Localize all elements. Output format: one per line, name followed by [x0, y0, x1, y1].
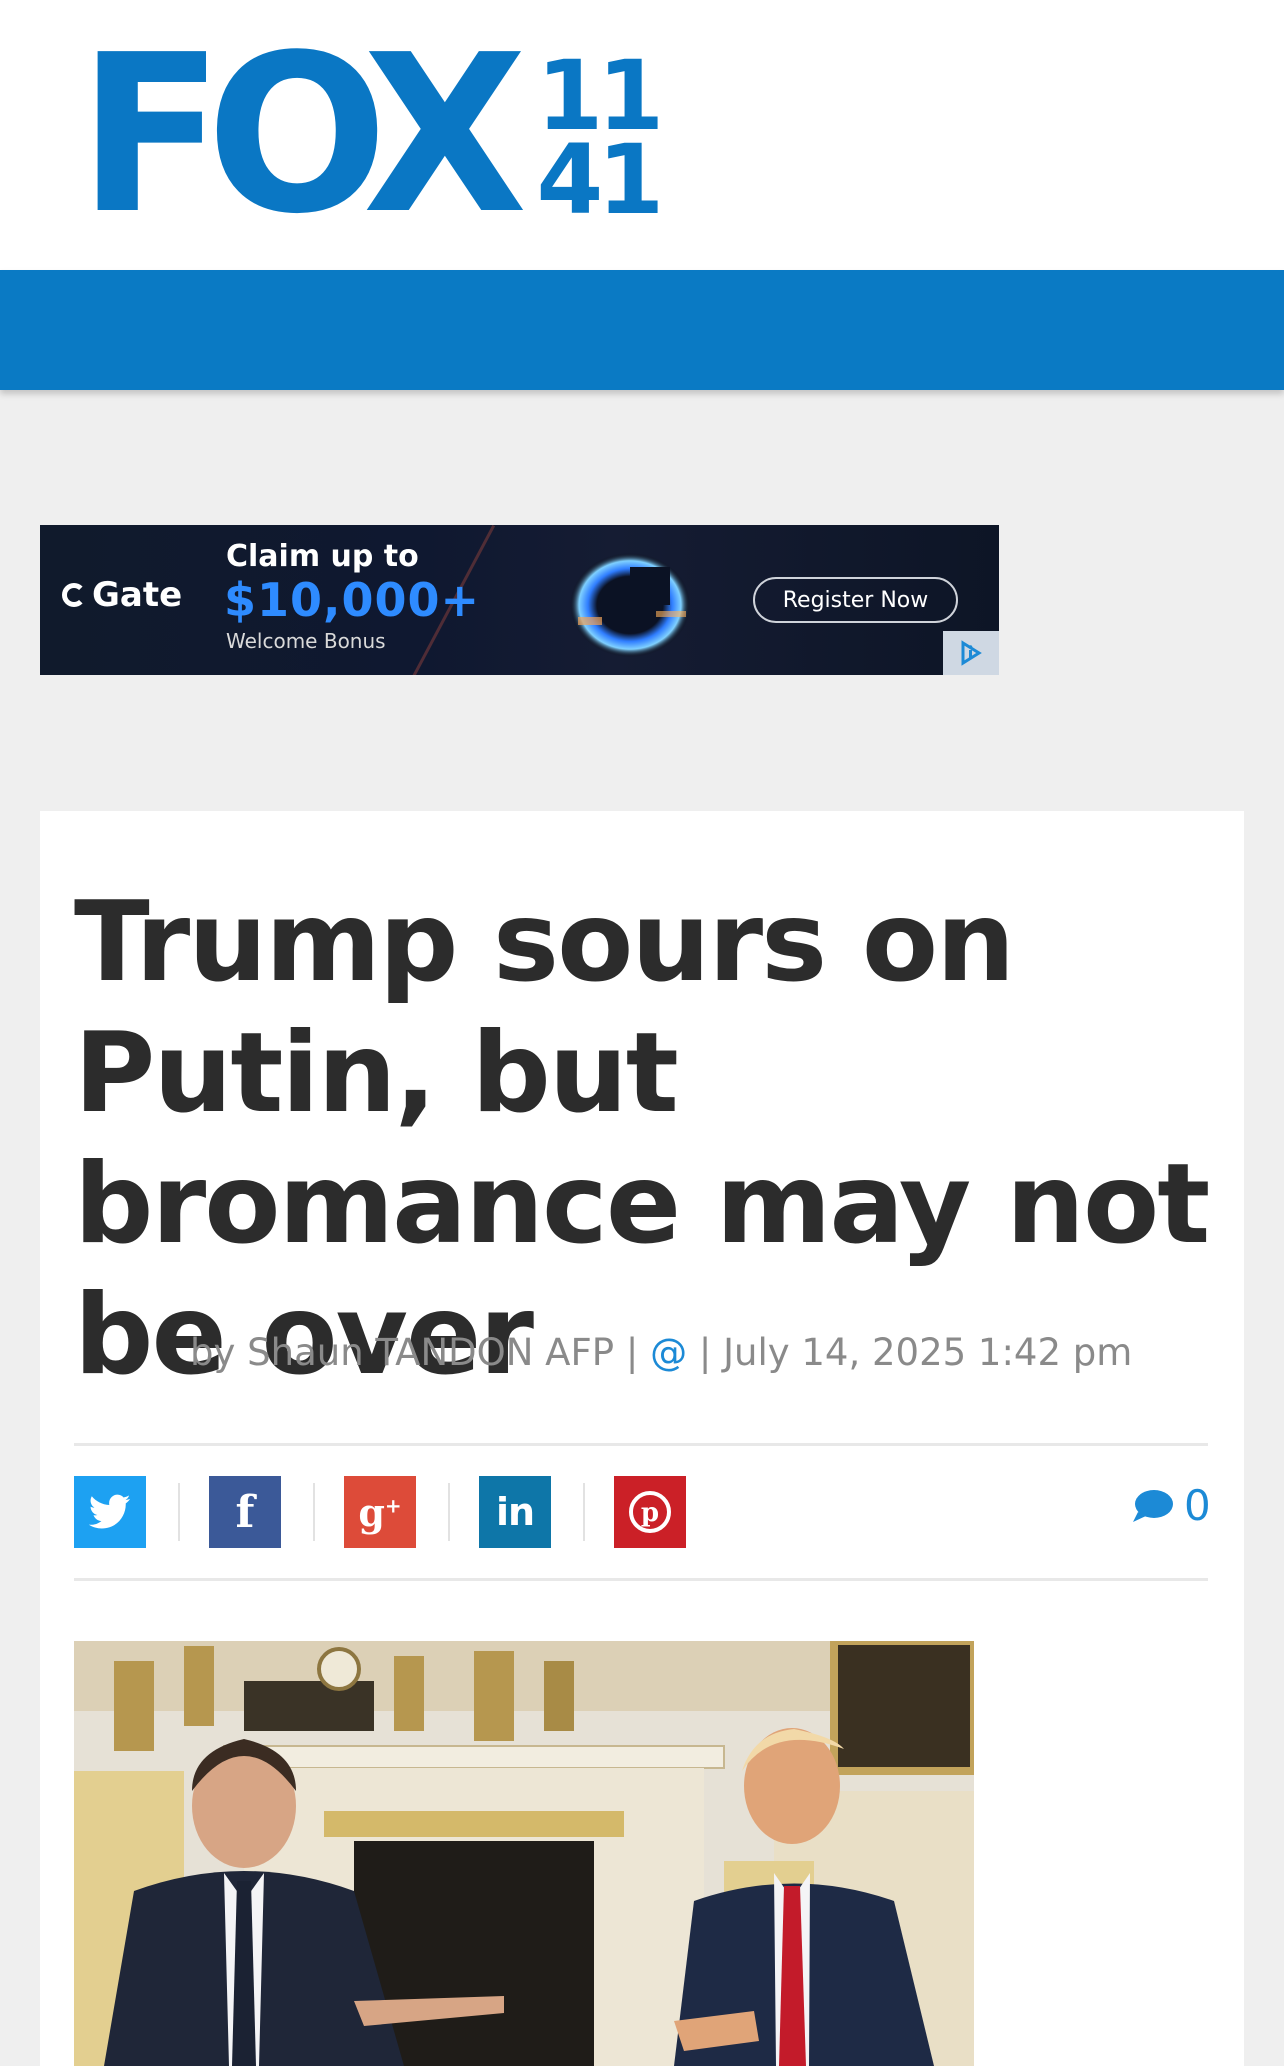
- share-facebook-button[interactable]: f: [209, 1476, 281, 1548]
- ad-brand-name: Gate: [92, 575, 183, 615]
- adchoices-icon[interactable]: [943, 631, 999, 675]
- share-separator: [448, 1483, 450, 1541]
- article-byline: by Shaun TANDON AFP | @ | July 14, 2025 …: [190, 1331, 1132, 1374]
- ad-graphic-orb: [570, 553, 690, 657]
- byline-date: July 14, 2025 1:42 pm: [723, 1331, 1133, 1374]
- share-pinterest-button[interactable]: p: [614, 1476, 686, 1548]
- share-linkedin-button[interactable]: in: [479, 1476, 551, 1548]
- article-photo-image: [74, 1641, 974, 2066]
- nav-bar[interactable]: [0, 270, 1284, 390]
- adchoices-glyph: [961, 640, 982, 666]
- logo-wordmark: FOX: [78, 9, 527, 262]
- comment-count: 0: [1184, 1481, 1211, 1530]
- share-separator: [313, 1483, 315, 1541]
- ad-register-button[interactable]: Register Now: [753, 577, 958, 623]
- byline-separator: |: [614, 1331, 651, 1374]
- byline-author[interactable]: by Shaun TANDON AFP: [190, 1331, 614, 1374]
- logo-number-bottom: 41: [536, 124, 665, 236]
- ad-bonus-text: Welcome Bonus: [226, 629, 386, 653]
- share-separator: [178, 1483, 180, 1541]
- pinterest-icon: p: [629, 1491, 671, 1533]
- byline-at-link[interactable]: @: [650, 1331, 687, 1374]
- ad-amount: $10,000+: [224, 573, 481, 627]
- share-twitter-button[interactable]: [74, 1476, 146, 1548]
- twitter-icon: [89, 1494, 131, 1529]
- article-photo[interactable]: [74, 1641, 974, 2066]
- share-separator: [583, 1483, 585, 1541]
- divider: [74, 1578, 1208, 1581]
- ad-claim-text: Claim up to: [226, 539, 419, 574]
- fox-11-41-logo[interactable]: FOX 11 41: [78, 9, 664, 262]
- ad-brand: Gate: [62, 575, 182, 615]
- site-header: FOX 11 41: [0, 0, 1284, 270]
- google-plus-icon: g+: [358, 1489, 402, 1535]
- divider: [74, 1443, 1208, 1446]
- linkedin-icon: in: [495, 1490, 535, 1534]
- article-card: Trump sours on Putin, but bromance may n…: [40, 811, 1244, 2066]
- share-google-plus-button[interactable]: g+: [344, 1476, 416, 1548]
- article-title: Trump sours on Putin, but bromance may n…: [74, 878, 1210, 1400]
- svg-text:p: p: [641, 1498, 659, 1528]
- ad-banner[interactable]: Gate Claim up to $10,000+ Welcome Bonus …: [40, 525, 999, 675]
- logo-channel-number: 11 41: [536, 48, 665, 236]
- byline-separator: |: [687, 1331, 724, 1374]
- comment-icon: [1133, 1489, 1173, 1522]
- gate-logo-icon: [62, 583, 86, 607]
- facebook-icon: f: [235, 1486, 255, 1538]
- comments-link[interactable]: 0: [1130, 1481, 1211, 1530]
